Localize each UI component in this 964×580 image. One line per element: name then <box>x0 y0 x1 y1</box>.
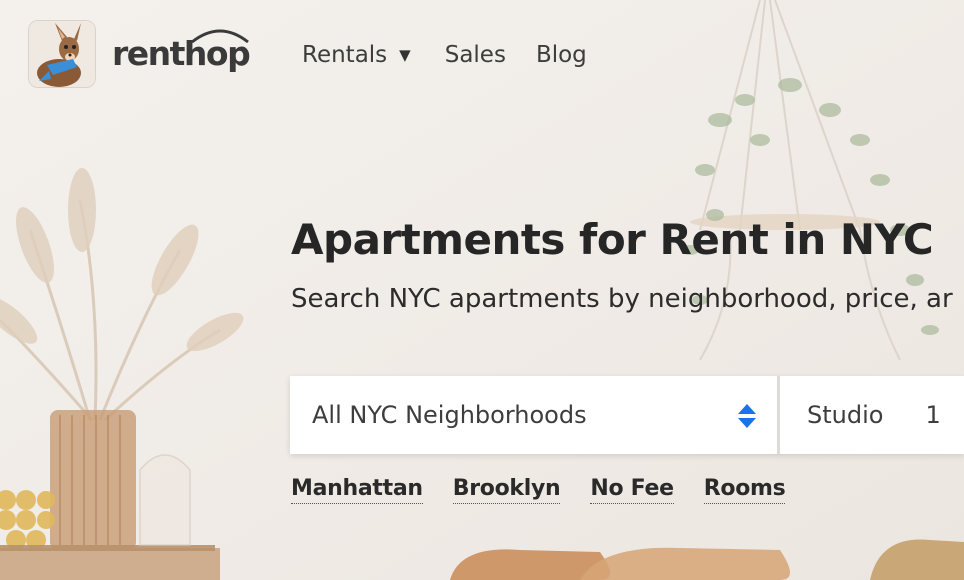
nav-rentals[interactable]: Rentals ▼ <box>302 40 411 70</box>
neighborhood-select[interactable]: All NYC Neighborhoods <box>290 376 777 454</box>
quick-link-manhattan[interactable]: Manhattan <box>291 475 423 504</box>
nav-blog-label: Blog <box>535 42 587 68</box>
nav-rentals-label: Rentals <box>302 42 388 68</box>
caret-down-icon: ▼ <box>399 46 411 64</box>
page-subtitle: Search NYC apartments by neighborhood, p… <box>291 284 953 314</box>
bed-option-1[interactable]: 1 <box>925 401 940 429</box>
quick-link-no-fee[interactable]: No Fee <box>590 475 674 504</box>
search-bar: All NYC Neighborhoods Studio 1 <box>290 376 964 454</box>
main-nav: Rentals ▼ Sales Blog <box>302 40 587 70</box>
logo-wordmark[interactable]: renthop <box>112 34 251 74</box>
quick-links: Manhattan Brooklyn No Fee Rooms <box>291 475 815 504</box>
nav-sales[interactable]: Sales <box>445 40 506 70</box>
page-title: Apartments for Rent in NYC <box>291 215 934 264</box>
quick-link-brooklyn[interactable]: Brooklyn <box>452 475 561 504</box>
bedroom-selector: Studio 1 <box>780 376 964 454</box>
select-updown-arrows-icon <box>738 404 756 428</box>
kangaroo-mascot-icon <box>29 21 95 87</box>
renthop-logo-icon[interactable] <box>28 20 96 88</box>
nav-blog[interactable]: Blog <box>536 40 587 70</box>
neighborhood-select-value: All NYC Neighborhoods <box>312 401 587 429</box>
quick-link-rooms[interactable]: Rooms <box>703 475 786 504</box>
nav-sales-label: Sales <box>444 42 506 68</box>
bed-option-studio[interactable]: Studio <box>807 401 883 429</box>
